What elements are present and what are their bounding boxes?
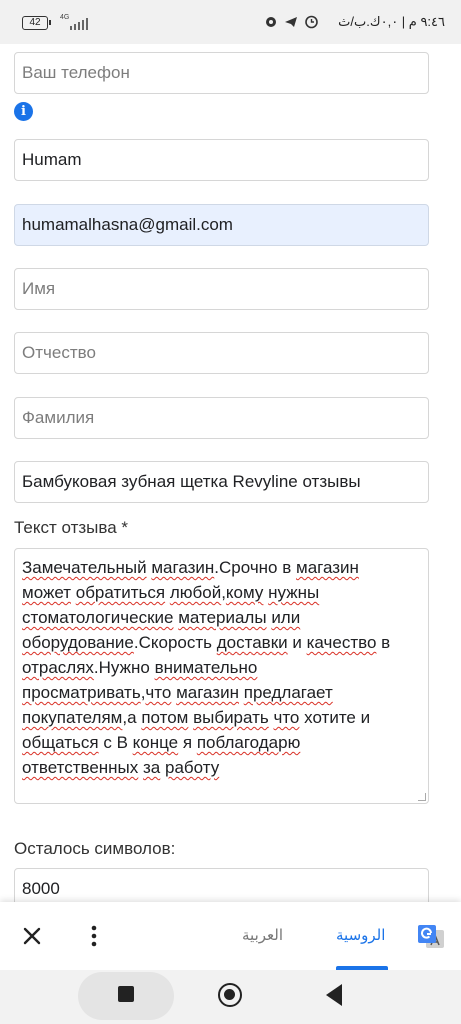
subject-field[interactable]: Бамбуковая зубная щетка Revyline отзывы <box>14 461 429 503</box>
review-line: стоматологические материалы или <box>22 608 301 627</box>
first-name-field[interactable]: Имя <box>14 268 429 310</box>
square-icon <box>118 986 134 1002</box>
battery-icon: 42 <box>22 16 51 30</box>
more-vert-icon[interactable] <box>84 924 104 948</box>
close-icon[interactable] <box>20 924 44 948</box>
review-textarea[interactable]: Замечательный магазин.Срочно в магазин м… <box>14 548 429 804</box>
review-line: общаться с В конце я поблагодарю <box>22 733 301 752</box>
navigation-bar <box>0 970 461 1024</box>
review-label: Текст отзыва * <box>14 518 129 537</box>
translate-bar: العربية الروسية <box>0 902 461 970</box>
review-line: просматривать,что магазин предлагает <box>22 683 333 702</box>
review-line: Замечательный магазин.Срочно в магазин <box>22 558 359 577</box>
back-triangle-icon[interactable] <box>326 984 342 1006</box>
subject-value: Бамбуковая зубная щетка Revyline отзывы <box>22 472 361 491</box>
review-line: ответственных за работу <box>22 758 220 777</box>
telegram-icon <box>285 16 297 27</box>
review-line: отраслях.Нужно внимательно <box>22 658 258 677</box>
middle-name-placeholder: Отчество <box>22 343 96 362</box>
google-translate-icon[interactable] <box>416 922 446 952</box>
phone-field[interactable]: Ваш телефон <box>14 52 429 94</box>
info-icon[interactable]: i <box>14 102 33 121</box>
review-line: может обратиться любой,кому нужны <box>22 583 320 602</box>
review-line: оборудование.Скорость доставки и качеств… <box>22 633 391 652</box>
last-name-field[interactable]: Фамилия <box>14 397 429 439</box>
last-name-placeholder: Фамилия <box>22 408 95 427</box>
status-icons <box>264 14 319 29</box>
alarm-icon <box>305 15 318 29</box>
middle-name-field[interactable]: Отчество <box>14 332 429 374</box>
signal-icon: 4G <box>60 14 90 32</box>
tab-source-language[interactable]: الروسية <box>336 926 385 944</box>
first-name-placeholder: Имя <box>22 279 56 298</box>
name-field[interactable]: Humam <box>14 139 429 181</box>
gear-icon <box>266 16 276 27</box>
resize-handle[interactable] <box>418 793 426 801</box>
tab-target-language[interactable]: العربية <box>242 926 283 944</box>
battery-level: 42 <box>29 17 41 28</box>
email-value: humamalhasna@gmail.com <box>22 215 233 234</box>
email-field[interactable]: humamalhasna@gmail.com <box>14 204 429 246</box>
remaining-label: Осталось символов: <box>14 839 176 858</box>
review-line: покупателям,а потом выбирать что хотите … <box>22 708 371 727</box>
status-time: ٩:٤٦ م | ٠,٠ك.ب/ث <box>338 14 445 29</box>
phone-placeholder: Ваш телефон <box>22 63 130 82</box>
status-bar: 42 4G ٩:٤٦ م | ٠,٠ك.ب/ث <box>0 0 461 44</box>
home-circle-icon[interactable] <box>218 983 242 1007</box>
network-type: 4G <box>60 14 70 21</box>
name-value: Humam <box>22 150 82 169</box>
remaining-value: 8000 <box>22 879 60 898</box>
